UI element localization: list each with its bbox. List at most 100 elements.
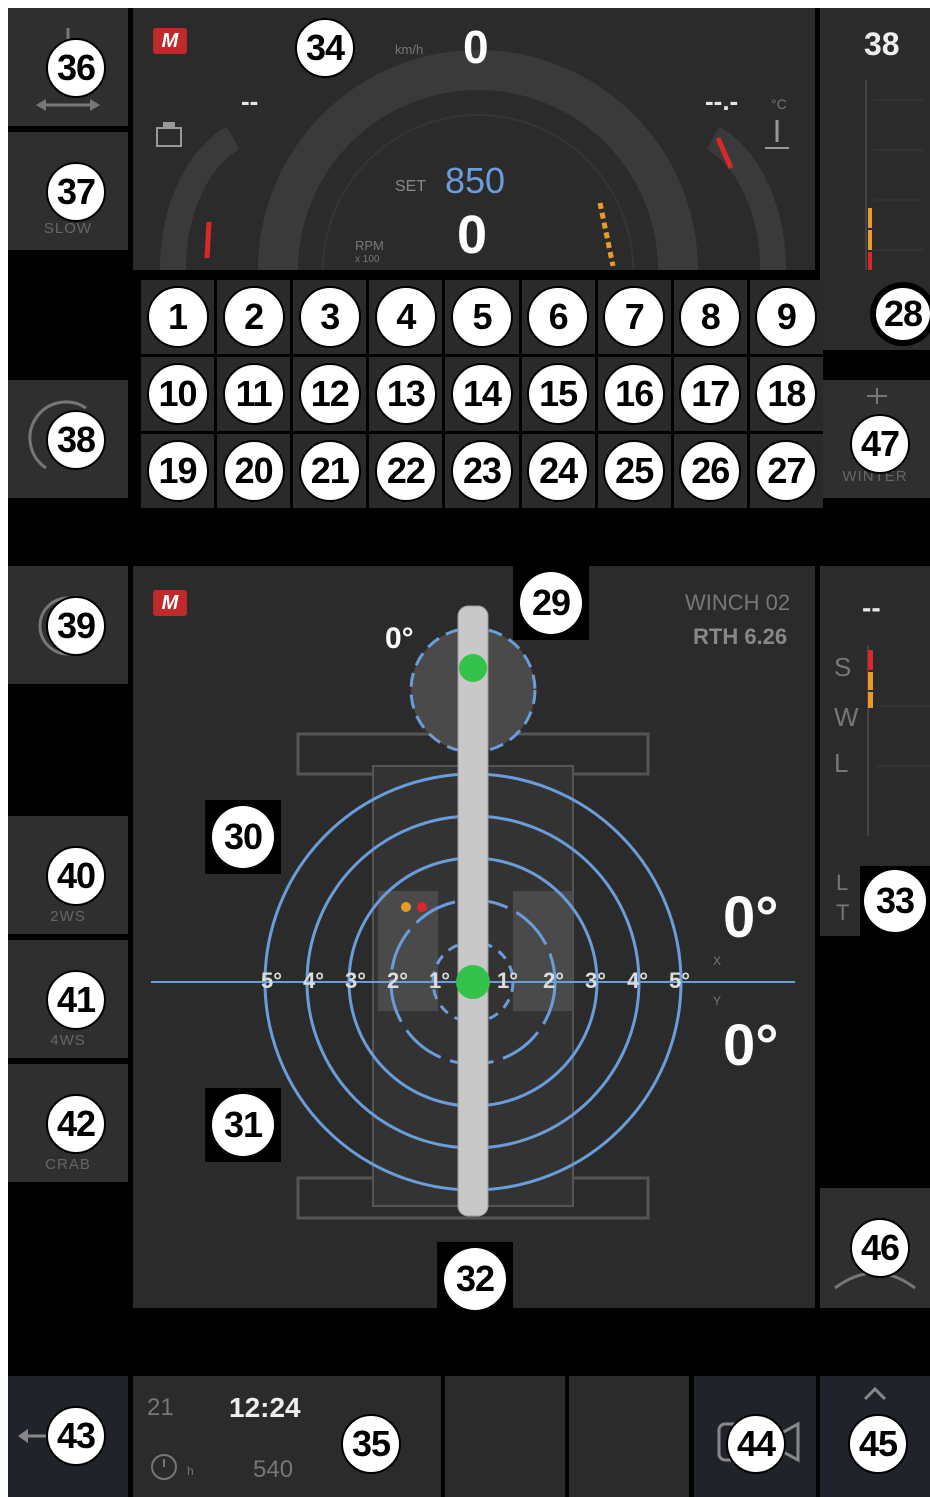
callout-8: 8: [679, 286, 742, 348]
callout-28: 28: [870, 282, 930, 346]
grid-cell-17[interactable]: 17: [673, 357, 747, 431]
callout-47: 47: [850, 414, 910, 474]
callout-32: 32: [437, 1242, 513, 1316]
fuel-icon: [156, 122, 182, 147]
grid-cell-19[interactable]: 19: [141, 434, 215, 508]
grid-cell-1[interactable]: 1: [141, 280, 215, 354]
x-axis-label: X: [713, 954, 722, 968]
2ws-button[interactable]: 2WS 40: [8, 816, 128, 934]
callout-24: 24: [527, 440, 590, 502]
speed-value: 0: [463, 21, 489, 73]
lt-letter-l: L: [836, 870, 849, 895]
rotation-button[interactable]: 38: [8, 380, 128, 498]
scale-label-right-5: 5°: [669, 968, 691, 993]
grid-cell-5[interactable]: 5: [445, 280, 519, 354]
grid-cell-20[interactable]: 20: [217, 434, 291, 508]
bar-scale: [865, 80, 924, 270]
load-letter-s: S: [834, 652, 852, 682]
callout-22: 22: [374, 440, 437, 502]
grid-cell-6[interactable]: 6: [521, 280, 595, 354]
load-gauge: -- S W L L T 33: [820, 566, 930, 936]
load-gauge-value: --: [862, 592, 881, 623]
crab-button[interactable]: CRAB 42: [8, 1064, 128, 1182]
callout-43: 43: [46, 1406, 106, 1466]
camera-button[interactable]: 44: [694, 1376, 816, 1497]
grid-cell-4[interactable]: 4: [369, 280, 443, 354]
callout-33-label: 33: [864, 870, 926, 932]
grid-cell-11[interactable]: 11: [217, 357, 291, 431]
grid-cell-2[interactable]: 2: [217, 280, 291, 354]
rpm-value: 0: [457, 205, 488, 265]
2ws-label: 2WS: [50, 908, 86, 925]
empty-slot-1: [445, 1376, 565, 1497]
grid-cell-13[interactable]: 13: [369, 357, 443, 431]
scale-label-right-2: 2°: [543, 968, 565, 993]
callout-42: 42: [46, 1094, 106, 1154]
lt-letter-t: T: [836, 900, 850, 925]
scale-label-left-3: 3°: [345, 968, 367, 993]
grid-cell-16[interactable]: 16: [597, 357, 671, 431]
callout-46: 46: [850, 1218, 910, 1278]
callout-29: 29: [513, 566, 589, 640]
grid-cell-8[interactable]: 8: [673, 280, 747, 354]
callout-36: 36: [46, 38, 106, 98]
status-panel: 21 12:24 h 540 35: [133, 1376, 441, 1497]
temp-unit: °C: [771, 96, 787, 112]
coolant-temp-icon: [765, 120, 789, 149]
load-letter-l: L: [834, 748, 849, 778]
4ws-label: 4WS: [50, 1032, 86, 1049]
callout-25: 25: [603, 440, 666, 502]
grid-cell-23[interactable]: 23: [445, 434, 519, 508]
slow-label: SLOW: [43, 220, 93, 237]
load-bar-scale: [867, 646, 930, 836]
menu-up-button[interactable]: 45: [820, 1376, 930, 1497]
grid-cell-12[interactable]: 12: [293, 357, 367, 431]
speed-unit: km/h: [395, 42, 424, 57]
callout-40: 40: [46, 846, 106, 906]
callout-34: 34: [295, 18, 355, 78]
steering-mode-button[interactable]: 39: [8, 566, 128, 684]
machine-display: 36 SLOW 37 38 39 2WS 40 4WS 41 CRAB 42 4…: [8, 8, 930, 1497]
4ws-button[interactable]: 4WS 41: [8, 940, 128, 1058]
callout-2: 2: [222, 286, 285, 348]
grid-cell-25[interactable]: 25: [597, 434, 671, 508]
grid-cell-9[interactable]: 9: [749, 280, 823, 354]
grid-cell-14[interactable]: 14: [445, 357, 519, 431]
outrigger-button[interactable]: 46: [820, 1188, 930, 1308]
snowflake-icon: [867, 388, 887, 404]
callout-33: 33: [860, 866, 930, 936]
grid-cell-24[interactable]: 24: [521, 434, 595, 508]
scale-label-left-5: 5°: [261, 968, 283, 993]
callout-14: 14: [450, 363, 513, 425]
scale-label-right-1: 1°: [497, 968, 519, 993]
callout-23: 23: [450, 440, 513, 502]
callout-15: 15: [527, 363, 590, 425]
callout-41: 41: [46, 970, 106, 1030]
set-rpm-value: 850: [445, 160, 506, 201]
chevron-up-icon: [863, 1386, 887, 1401]
winter-button[interactable]: WINTER 47: [820, 380, 930, 498]
grid-cell-27[interactable]: 27: [749, 434, 823, 508]
grid-cell-22[interactable]: 22: [369, 434, 443, 508]
clock-icon: [151, 1454, 177, 1480]
grid-cell-26[interactable]: 26: [673, 434, 747, 508]
boom-float-button[interactable]: 36: [8, 8, 128, 126]
callout-12: 12: [298, 363, 361, 425]
back-button[interactable]: 43: [8, 1376, 128, 1497]
grid-cell-15[interactable]: 15: [521, 357, 595, 431]
slow-button[interactable]: SLOW 37: [8, 132, 128, 250]
callout-17: 17: [679, 363, 742, 425]
callout-38-left: 38: [46, 410, 106, 470]
callout-39: 39: [46, 596, 106, 656]
grid-cell-10[interactable]: 10: [141, 357, 215, 431]
callout-10: 10: [146, 363, 209, 425]
grid-cell-7[interactable]: 7: [597, 280, 671, 354]
callout-45: 45: [848, 1414, 908, 1474]
grid-cell-18[interactable]: 18: [749, 357, 823, 431]
left-readout: --: [241, 86, 259, 116]
callout-31: 31: [205, 1088, 281, 1162]
y-angle-value: 0°: [723, 1013, 779, 1078]
grid-cell-3[interactable]: 3: [293, 280, 367, 354]
callout-30-label: 30: [212, 806, 274, 868]
grid-cell-21[interactable]: 21: [293, 434, 367, 508]
